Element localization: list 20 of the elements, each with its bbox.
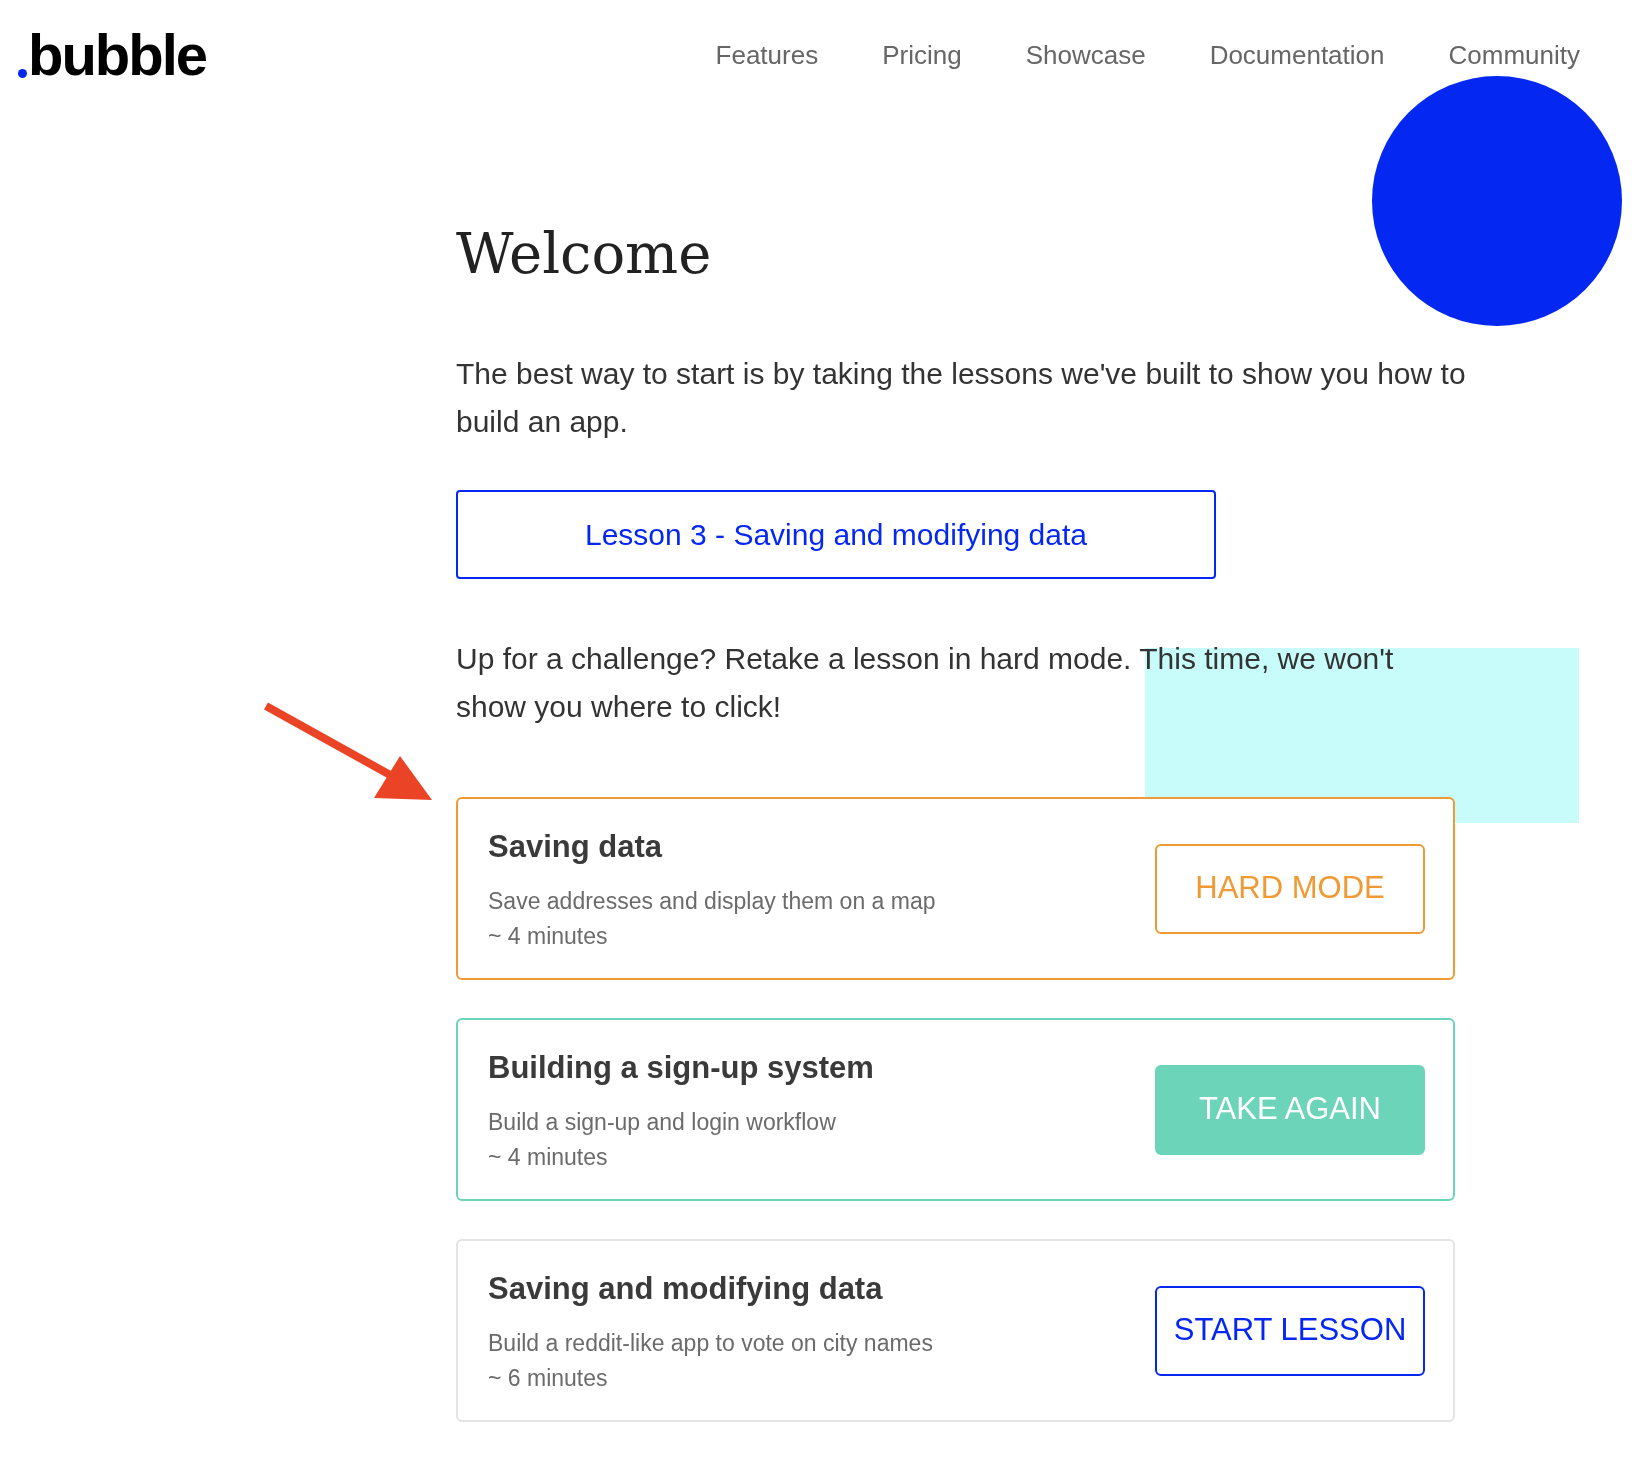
page-title: Welcome <box>456 226 713 282</box>
nav-link[interactable]: Showcase <box>1025 35 1146 75</box>
lesson-description: Build a reddit-like app to vote on city names <box>488 1329 933 1359</box>
nav-link[interactable]: Community <box>1448 35 1580 75</box>
lesson-duration: ~ 4 minutes <box>488 921 609 951</box>
intro-text: The best way to start is by taking the lessons we've built to show you how to build an app. <box>456 356 1467 440</box>
lesson-duration: ~ 6 minutes <box>488 1363 609 1393</box>
lesson-title: Saving data <box>488 827 664 866</box>
nav-link[interactable]: Documentation <box>1209 35 1385 75</box>
lesson-description: Save addresses and display them on a map <box>488 887 936 917</box>
lesson-description: Build a sign-up and login workflow <box>488 1108 837 1138</box>
challenge-text: Up for a challenge? Retake a lesson in hard mode. This time, we won't show you where to click! <box>456 641 1395 725</box>
nav-link[interactable]: Features <box>715 35 819 75</box>
lesson-action-button[interactable]: START LESSON <box>1155 1285 1425 1376</box>
lesson-button[interactable]: Lesson 3 - Saving and modifying data <box>456 490 1216 579</box>
logo[interactable]: bubble <box>18 26 207 84</box>
lesson-title: Building a sign-up system <box>488 1048 874 1087</box>
nav-link[interactable]: Pricing <box>882 35 962 75</box>
lesson-title: Saving and modifying data <box>488 1269 884 1308</box>
lesson-duration: ~ 4 minutes <box>488 1142 609 1172</box>
